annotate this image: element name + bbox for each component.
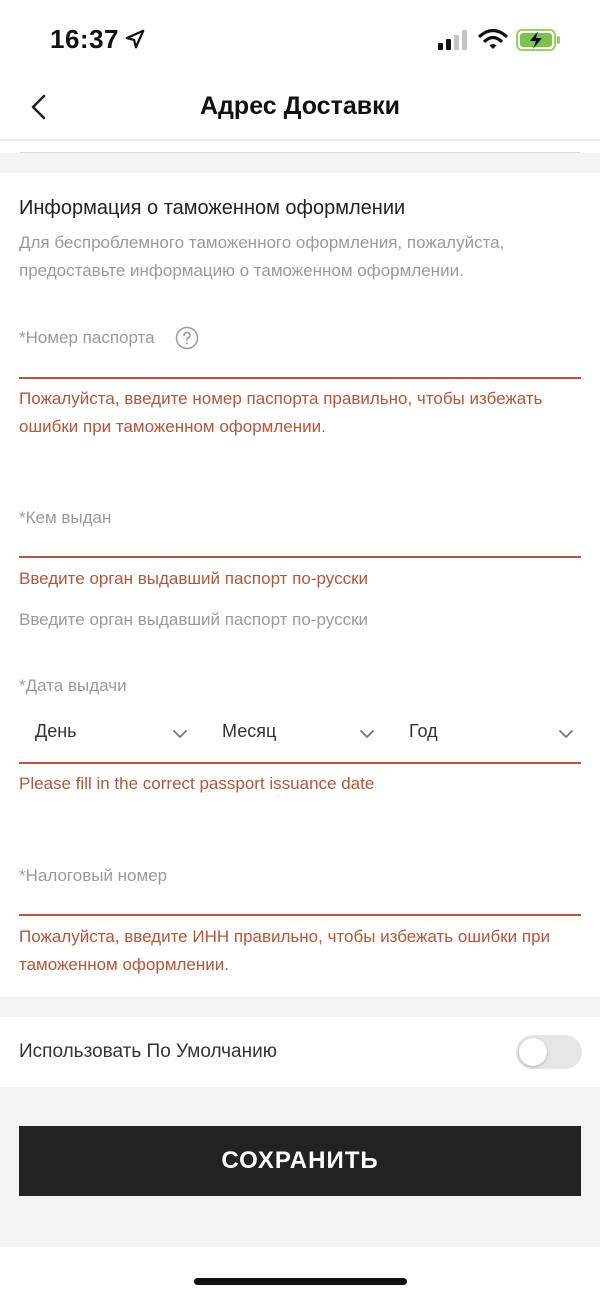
- tax-number-error: Пожалуйста, введите ИНН правильно, чтобы…: [19, 927, 551, 974]
- default-address-row: Использовать По Умолчанию: [0, 1017, 600, 1087]
- issued-by-error: Введите орган выдавший паспорт по-русски: [19, 569, 368, 588]
- passport-number-input[interactable]: [19, 377, 581, 379]
- chevron-down-icon: [360, 730, 374, 738]
- passport-number-error: Пожалуйста, введите номер паспорта прави…: [19, 389, 543, 436]
- month-select-label: Месяц: [222, 721, 277, 741]
- issued-by-input[interactable]: [19, 556, 581, 558]
- year-select-label: Год: [409, 721, 438, 741]
- battery-charging-icon: [516, 29, 560, 51]
- home-indicator: [194, 1278, 407, 1285]
- question-circle-icon[interactable]: [175, 326, 199, 350]
- status-time: 16:37: [50, 24, 119, 54]
- issue-date-error: Please fill in the correct passport issu…: [19, 774, 375, 793]
- customs-info-card: Информация о таможенном оформлении Для б…: [0, 173, 600, 997]
- chevron-down-icon: [173, 730, 187, 738]
- location-arrow-icon: [125, 29, 145, 49]
- passport-number-label: *Номер паспорта: [19, 328, 155, 347]
- bottom-bar: [0, 1247, 600, 1297]
- day-select[interactable]: День: [19, 719, 191, 749]
- status-bar: 16:37: [0, 0, 600, 80]
- month-select[interactable]: Месяц: [206, 719, 378, 749]
- default-address-label: Использовать По Умолчанию: [19, 1041, 277, 1062]
- year-select[interactable]: Год: [393, 719, 577, 749]
- cellular-signal-icon: [438, 30, 467, 50]
- tax-number-label: *Налоговый номер: [19, 866, 168, 885]
- chevron-down-icon: [559, 730, 573, 738]
- divider: [20, 152, 580, 153]
- toggle-knob: [519, 1038, 547, 1066]
- default-address-toggle[interactable]: [516, 1035, 582, 1069]
- wifi-icon: [478, 28, 508, 49]
- issue-date-label: *Дата выдачи: [19, 676, 127, 695]
- save-button[interactable]: СОХРАНИТЬ: [19, 1126, 581, 1196]
- nav-bar: Адрес Доставки: [0, 80, 600, 140]
- tax-number-input[interactable]: [19, 914, 581, 916]
- customs-section-title: Информация о таможенном оформлении: [19, 197, 406, 219]
- issue-date-underline: [19, 762, 581, 764]
- issued-by-label: *Кем выдан: [19, 508, 112, 527]
- issued-by-hint: Введите орган выдавший паспорт по-русски: [19, 610, 368, 629]
- page-title: Адрес Доставки: [200, 92, 400, 120]
- customs-section-description: Для беспроблемного таможенного оформлени…: [19, 233, 505, 280]
- day-select-label: День: [35, 721, 77, 741]
